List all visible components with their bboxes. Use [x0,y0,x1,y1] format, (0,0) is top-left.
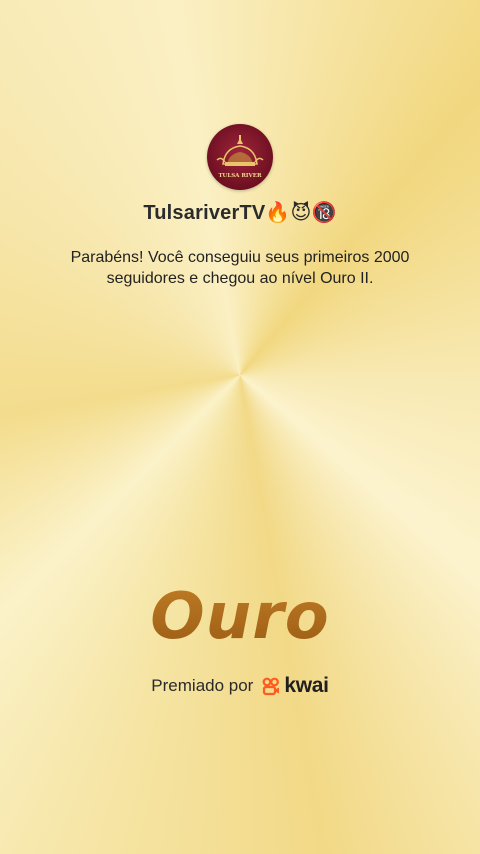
username: TulsariverTV🔥😈🔞 [143,202,337,224]
level-title: Ouro [0,580,480,654]
awarded-label: Premiado por [151,676,254,695]
kwai-brand-name: kwai [284,674,329,697]
awarded-by-row: Premiado por kwai [0,674,480,698]
avatar-brand-text: TULSA RIVER [218,173,262,179]
kwai-brand: kwai [261,674,329,698]
avatar: TULSA RIVER [207,124,273,190]
congratulations-message: Parabéns! Você conseguiu seus primeiros … [70,249,410,287]
kwai-logo-icon [262,677,280,696]
